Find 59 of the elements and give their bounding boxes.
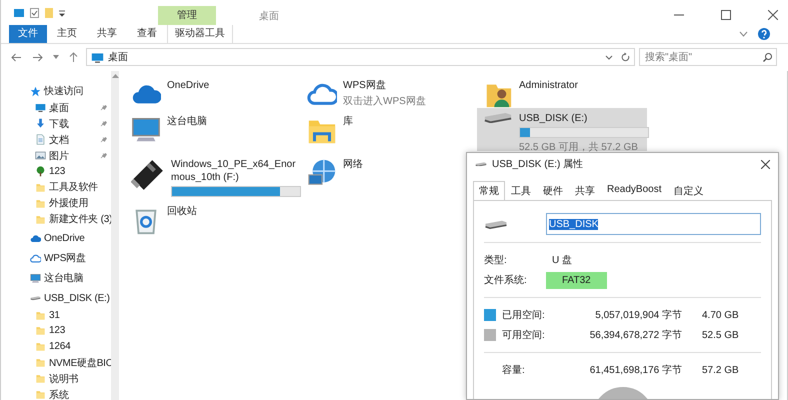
item-name[interactable]: Windows_10_PE_x64_Enormous_10th (F:) [171, 158, 303, 184]
nav-item[interactable]: 这台电脑 [44, 271, 84, 286]
field-value: FAT32 [546, 272, 607, 288]
ribbon-tab[interactable]: 查看 [127, 25, 167, 43]
nav-item[interactable]: 图片 [49, 148, 69, 163]
item-name[interactable]: 这台电脑 [167, 115, 207, 128]
dialog-tab[interactable]: 工具 [505, 181, 537, 200]
nav-item[interactable]: 快速访问 [44, 84, 84, 98]
dialog-tab[interactable]: 自定义 [667, 181, 710, 200]
drive-space-text: 52.5 GB 可用，共 57.2 GB [519, 140, 639, 154]
address-path: 桌面 [108, 50, 128, 64]
byte-count: 5,057,019,904 字节 [594, 308, 682, 322]
item-name[interactable]: 网络 [343, 158, 363, 171]
nav-item[interactable]: 外援使用 [49, 196, 88, 210]
nav-item[interactable]: 31 [49, 310, 60, 321]
dialog-title: USB_DISK (E:) 属性 [492, 158, 584, 171]
item-name[interactable]: WPS网盘 [343, 79, 426, 92]
size-value: 57.2 GB [702, 364, 739, 376]
nav-item[interactable]: 系统 [49, 388, 69, 400]
nav-item[interactable]: 文档 [49, 132, 69, 147]
item-name[interactable]: 回收站 [167, 205, 197, 218]
space-label: 已用空间: [502, 308, 546, 322]
space-label: 容量: [502, 364, 526, 377]
nav-item[interactable]: 说明书 [49, 372, 78, 386]
dialog-tab[interactable]: 硬件 [537, 181, 569, 200]
item-subtitle: 双击进入WPS网盘 [343, 94, 426, 108]
item-name[interactable]: Administrator [519, 79, 578, 92]
nav-item[interactable]: OneDrive [44, 232, 85, 244]
nav-item[interactable]: 下载 [49, 116, 69, 131]
field-label: 类型: [484, 254, 508, 267]
nav-item[interactable]: 123 [49, 166, 66, 177]
field-label: 文件系统: [484, 274, 528, 287]
nav-item[interactable]: 桌面 [49, 100, 69, 115]
search-field[interactable]: 搜索"桌面" [639, 48, 777, 66]
item-name[interactable]: 库 [343, 115, 353, 128]
item-name[interactable]: OneDrive [167, 79, 210, 92]
file-menu-tab[interactable]: 文件 [9, 25, 47, 43]
size-value: 52.5 GB [702, 330, 739, 340]
item-name[interactable]: USB_DISK (E:) [519, 112, 645, 125]
ribbon-tab[interactable]: 共享 [87, 25, 127, 43]
context-tab-header: 管理 [158, 6, 216, 25]
window-title: 桌面 [259, 10, 279, 23]
dialog-tab[interactable]: 常规 [473, 181, 505, 200]
nav-item[interactable]: 1264 [49, 341, 70, 352]
name-field[interactable]: USB_DISK [546, 213, 761, 235]
field-value: U 盘 [551, 254, 573, 268]
byte-count: 61,451,698,176 字节 [588, 364, 682, 377]
nav-item[interactable]: 工具及软件 [49, 180, 98, 194]
dialog-tab[interactable]: ReadyBoost [601, 181, 668, 200]
size-value: 4.70 GB [702, 310, 739, 320]
space-label: 可用空间: [502, 328, 546, 342]
byte-count: 56,394,678,272 字节 [588, 328, 682, 342]
ribbon-tab[interactable]: 主页 [47, 25, 87, 43]
address-bar[interactable]: 桌面 [86, 48, 635, 66]
nav-item[interactable]: 123 [49, 325, 66, 336]
nav-item[interactable]: WPS网盘 [44, 251, 86, 266]
nav-item[interactable]: USB_DISK (E:) [44, 292, 110, 304]
dialog-tab[interactable]: 共享 [569, 181, 601, 200]
selected-drive-item[interactable]: USB_DISK (E:) 52.5 GB 可用，共 57.2 GB [477, 108, 647, 151]
